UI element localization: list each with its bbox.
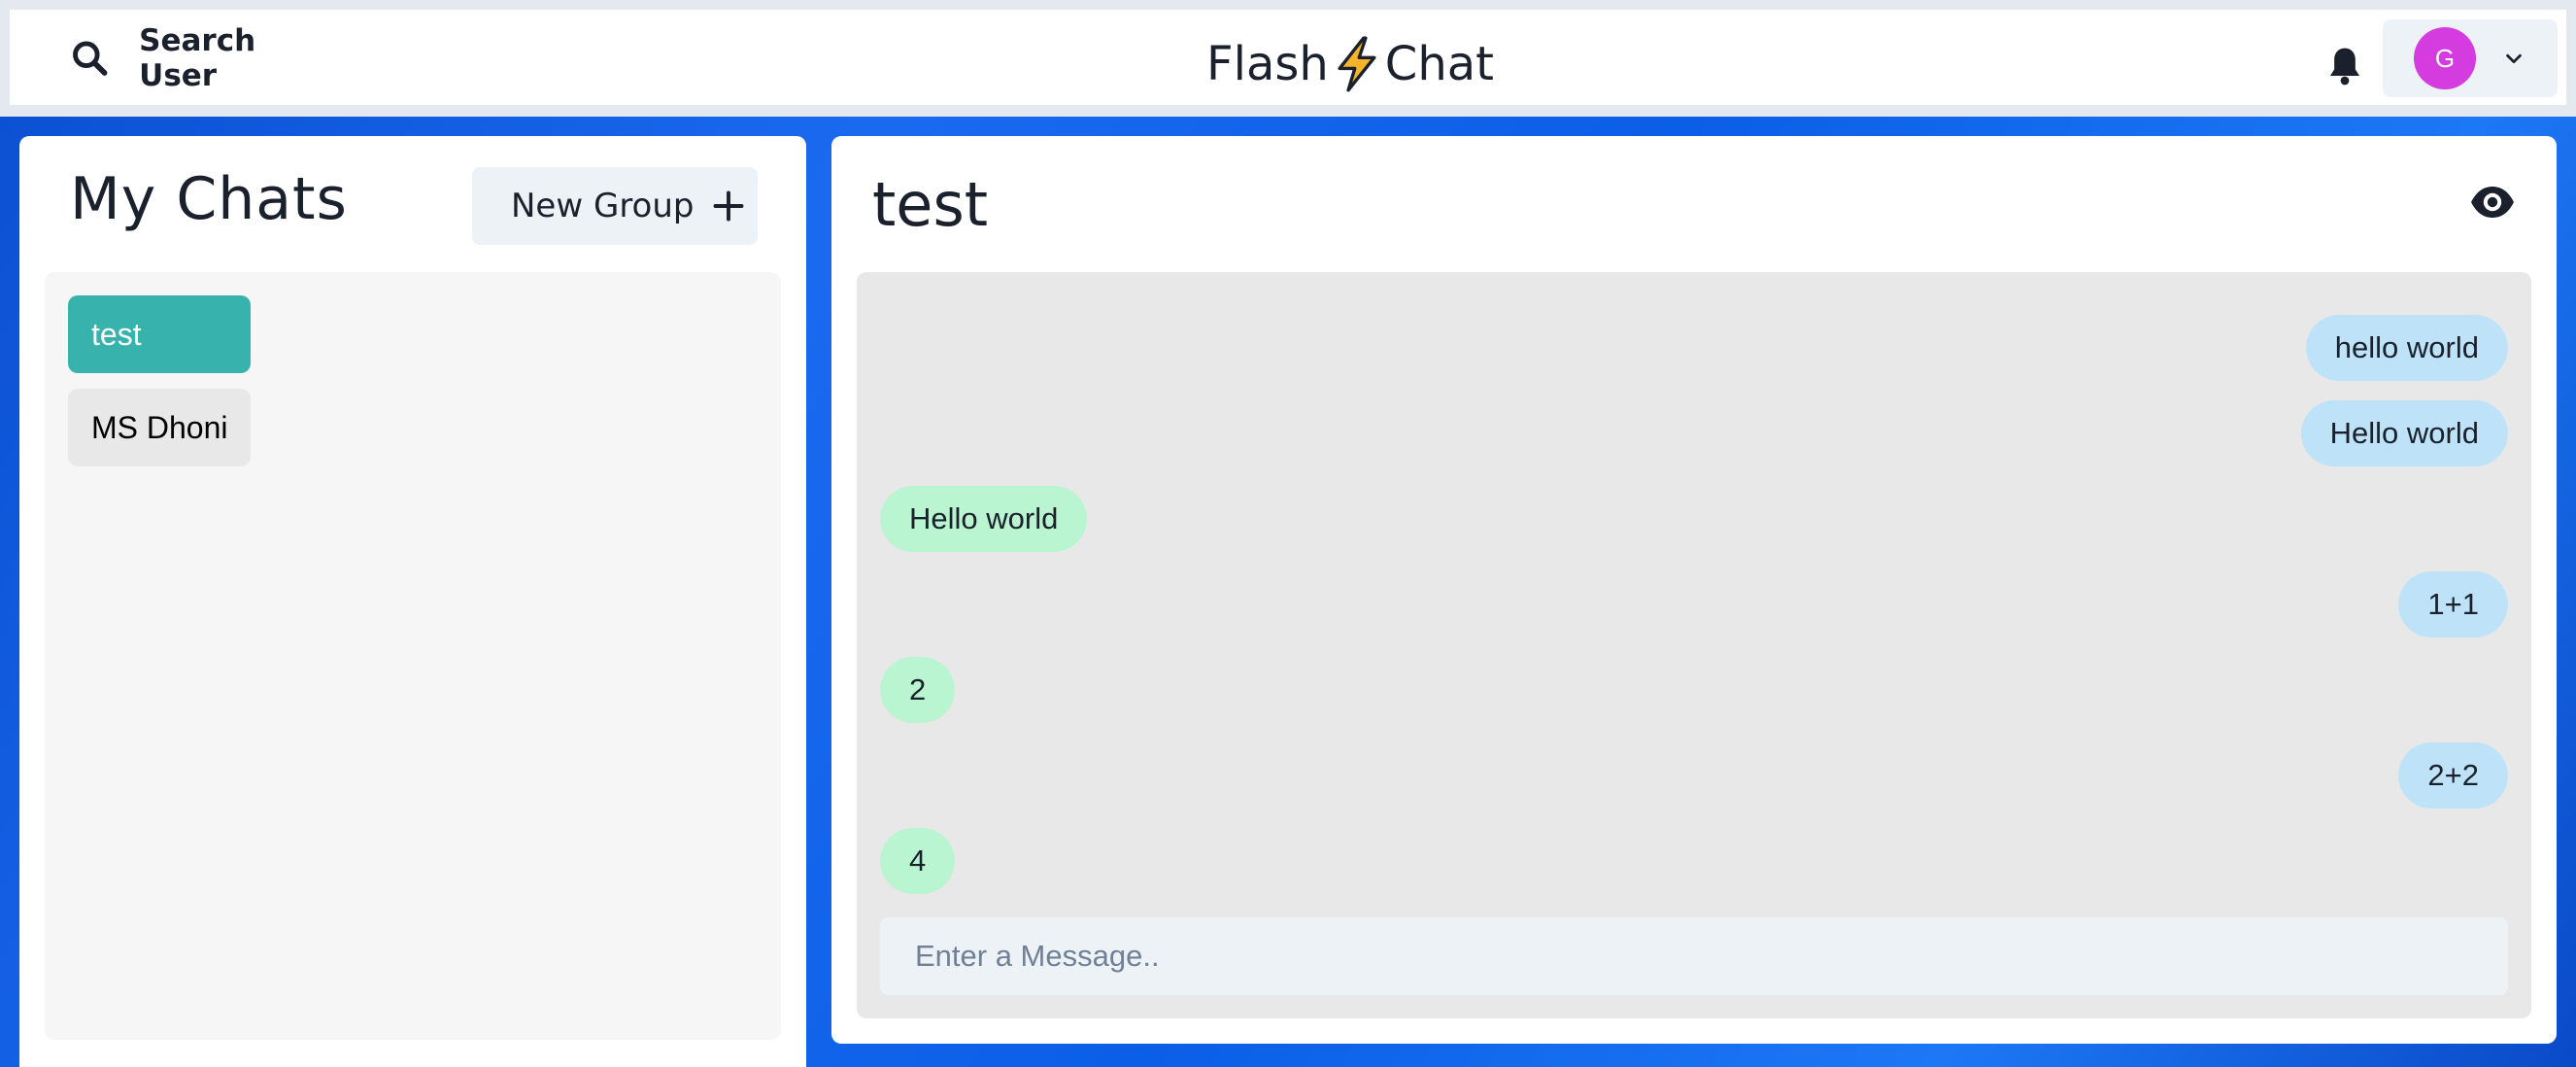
search-user-button[interactable]: Search User (49, 23, 340, 93)
chat-list-item-label: test (91, 316, 142, 352)
app-brand: Flash Chat (1206, 35, 1494, 93)
eye-icon[interactable] (2469, 179, 2516, 225)
my-chats-panel: My Chats New Group test MS Dhoni (19, 136, 806, 1067)
chat-list-item-label: MS Dhoni (91, 409, 228, 445)
lightning-icon (1338, 36, 1376, 92)
notification-bell-icon[interactable] (2325, 45, 2364, 87)
message-bubble-sent: Hello world (2300, 400, 2508, 466)
avatar: G (2414, 27, 2476, 89)
profile-menu-button[interactable]: G (2383, 19, 2558, 97)
brand-text-right: Chat (1384, 37, 1494, 91)
new-group-button[interactable]: New Group (472, 167, 758, 245)
my-chats-title: My Chats (70, 165, 348, 233)
brand-text-left: Flash (1206, 37, 1329, 91)
message-bubble-received: 4 (880, 828, 956, 894)
message-bubble-sent: 2+2 (2398, 742, 2508, 809)
top-bar-inner: Search User Flash Chat G (10, 10, 2566, 105)
message-input[interactable] (880, 917, 2508, 995)
message-bubble-sent: hello world (2305, 315, 2508, 381)
search-user-label: Search User (139, 23, 256, 93)
new-group-label: New Group (511, 187, 695, 225)
chat-list-item-test[interactable]: test (68, 295, 251, 373)
chat-list: test MS Dhoni (45, 272, 781, 1040)
message-bubble-received: 2 (880, 657, 956, 723)
chevron-down-icon (2506, 53, 2522, 64)
message-bubble-sent: 1+1 (2398, 571, 2508, 637)
top-bar: Search User Flash Chat G (0, 0, 2576, 117)
chat-list-item-ms-dhoni[interactable]: MS Dhoni (68, 389, 251, 466)
search-icon (73, 41, 108, 76)
chat-title: test (872, 169, 989, 240)
chat-panel: test hello world Hello world Hello world… (831, 136, 2557, 1044)
message-bubble-received: Hello world (880, 486, 1088, 552)
message-area: hello world Hello world Hello world 1+1 … (857, 272, 2531, 1018)
plus-icon (714, 190, 744, 222)
